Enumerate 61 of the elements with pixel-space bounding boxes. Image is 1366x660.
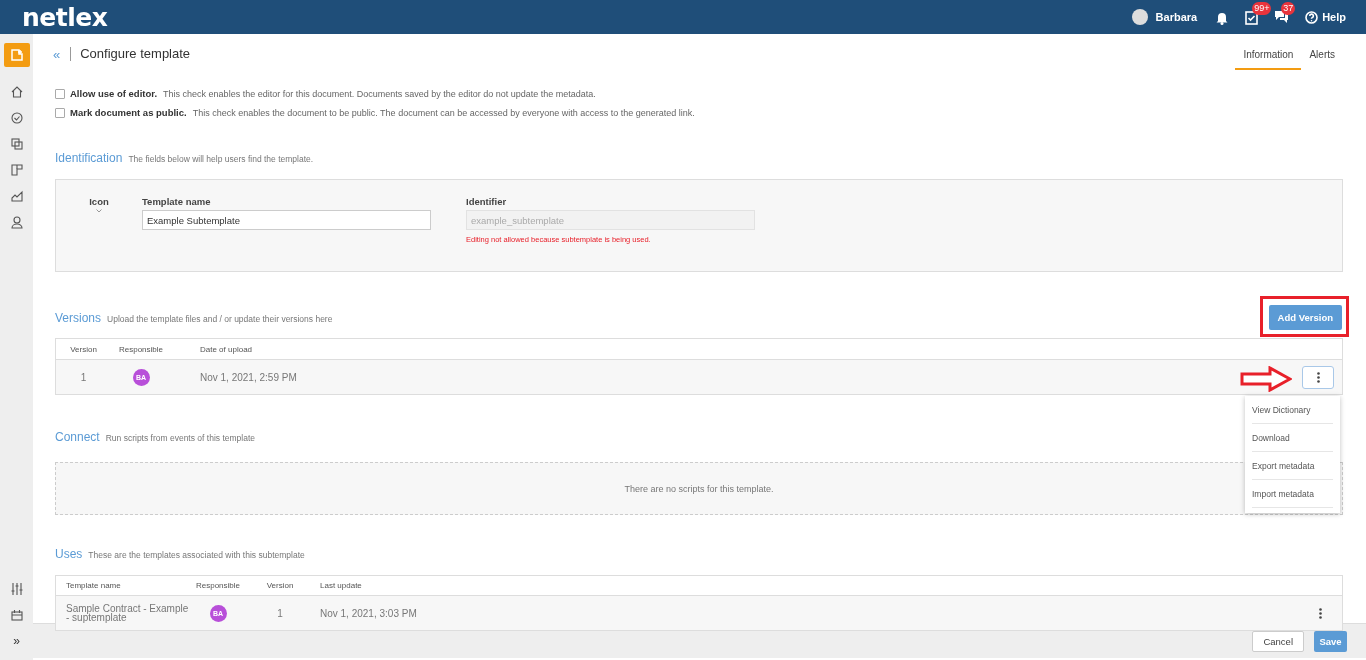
section-title: Connect xyxy=(55,430,100,444)
expand-button[interactable]: » xyxy=(13,634,20,648)
column-header: Version xyxy=(265,581,295,590)
checkbox-label: Mark document as public. xyxy=(70,107,187,118)
section-subtitle: The fields below will help users find the template. xyxy=(128,154,314,164)
table-cell-text: Sample Contract - Example - suptemplate xyxy=(65,604,190,622)
chart-icon[interactable] xyxy=(9,189,24,203)
column-header: Template name xyxy=(65,581,122,590)
page-title: Configure template xyxy=(70,47,191,61)
menu-item[interactable]: Import metadata xyxy=(1252,480,1333,508)
section-subtitle: These are the templates associated with this subtemplate xyxy=(88,550,305,560)
column-header: Last update xyxy=(319,581,363,590)
tab[interactable]: Alerts xyxy=(1301,38,1343,70)
checkbox[interactable] xyxy=(55,107,65,118)
section-title: Identification xyxy=(55,151,123,165)
option-description: This check enables the document to be public. The document can be accessed by everyone with access to the generated link. xyxy=(192,107,695,118)
chevron-down-icon[interactable] xyxy=(96,209,102,213)
table-cell-text: 1 xyxy=(276,607,284,619)
home-icon[interactable] xyxy=(9,85,24,99)
notification-badge: 37 xyxy=(1281,2,1296,15)
help-icon xyxy=(1305,10,1319,24)
column-header: Version xyxy=(69,344,98,354)
copy-icon[interactable] xyxy=(9,137,24,151)
document-plus-icon xyxy=(10,49,23,61)
cancel-button[interactable]: Cancel xyxy=(1252,630,1304,652)
check-circle-icon[interactable] xyxy=(9,111,24,125)
tab[interactable]: Information xyxy=(1235,38,1302,70)
menu-item[interactable]: Download xyxy=(1252,424,1333,452)
section-subtitle: Run scripts from events of this template xyxy=(105,433,255,443)
menu-item[interactable]: Export metadata xyxy=(1252,452,1333,480)
user-name[interactable]: Barbara xyxy=(1155,11,1198,23)
calendar-icon[interactable] xyxy=(9,608,24,622)
notification-badge: 99+ xyxy=(1252,1,1272,15)
checkbox[interactable] xyxy=(55,88,65,99)
section-subtitle: Upload the template files and / or update their versions here xyxy=(107,313,333,324)
input-field[interactable]: Example Subtemplate xyxy=(142,210,431,230)
kebab-icon xyxy=(1316,371,1320,383)
logo: netlex xyxy=(22,2,108,32)
column-header: Responsible xyxy=(118,344,164,354)
clipboard-check-icon[interactable] xyxy=(1245,9,1259,25)
option-description: This check enables the editor for this document. Documents saved by the editor do not update the metadata. xyxy=(163,88,596,99)
section-title: Versions xyxy=(55,310,102,325)
field-label: Identifier xyxy=(466,196,508,209)
column-header: Responsible xyxy=(195,581,241,590)
table-cell-text: 1 xyxy=(79,371,88,383)
column-header: Date of upload xyxy=(199,344,254,354)
sliders-icon[interactable] xyxy=(9,582,24,596)
checkbox-label: Allow use of editor. xyxy=(70,88,158,99)
help-link[interactable]: Help xyxy=(1305,10,1346,24)
menu-item[interactable]: View Dictionary xyxy=(1252,396,1333,424)
avatar xyxy=(1131,9,1148,25)
user-icon[interactable] xyxy=(9,215,24,229)
layout-icon[interactable] xyxy=(9,163,24,177)
field-label: Template name xyxy=(142,196,212,209)
table-cell-text: Nov 1, 2021, 3:03 PM xyxy=(319,607,418,619)
more-button[interactable] xyxy=(1319,607,1322,619)
empty-message: There are no scripts for this template. xyxy=(624,483,774,494)
kebab-icon xyxy=(1319,607,1322,619)
table-cell-text: Nov 1, 2021, 2:59 PM xyxy=(199,371,298,383)
field-label: Icon xyxy=(89,196,109,207)
section-title: Uses xyxy=(55,547,83,561)
